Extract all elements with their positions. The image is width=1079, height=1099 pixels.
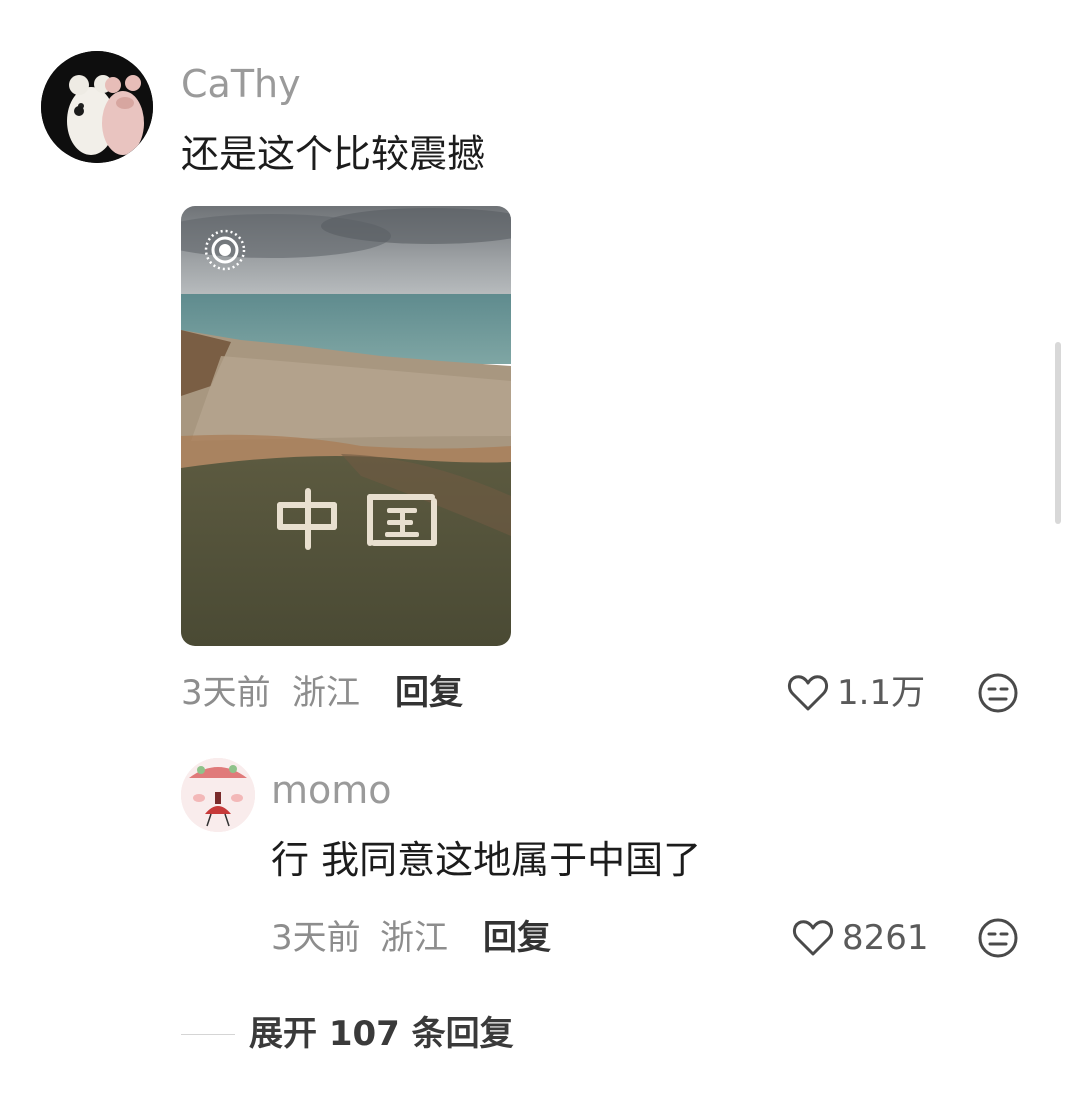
- comment-reply-button[interactable]: 回复: [395, 673, 463, 713]
- meh-face-icon[interactable]: [977, 917, 1019, 959]
- commenter-username[interactable]: CaThy: [181, 62, 301, 106]
- expand-replies-label: 展开 107 条回复: [249, 1014, 514, 1054]
- divider-line: [181, 1033, 235, 1035]
- reply-text: 行 我同意这地属于中国了: [271, 838, 702, 882]
- commenter-avatar[interactable]: [41, 51, 153, 163]
- comment-like-count: 1.1万: [837, 673, 926, 713]
- live-photo-icon: [203, 228, 247, 272]
- expand-replies-button[interactable]: 展开 107 条回复: [181, 1014, 514, 1054]
- comment-location: 浙江: [292, 673, 360, 713]
- comment-time: 3天前: [181, 673, 271, 713]
- meh-face-icon[interactable]: [977, 672, 1019, 714]
- reply-time: 3天前: [271, 918, 361, 958]
- reply-reply-button[interactable]: 回复: [483, 918, 551, 958]
- comment-like-button[interactable]: 1.1万: [787, 673, 925, 713]
- replier-avatar[interactable]: [181, 758, 255, 832]
- heart-outline-icon: [787, 673, 829, 713]
- reply-like-count: 8261: [842, 918, 929, 958]
- heart-outline-icon: [792, 918, 834, 958]
- reply-location: 浙江: [380, 918, 448, 958]
- comment-photo[interactable]: [181, 206, 511, 646]
- replier-username[interactable]: momo: [271, 768, 392, 812]
- reply-like-button[interactable]: 8261: [792, 918, 929, 958]
- comment-text: 还是这个比较震撼: [181, 132, 486, 176]
- scrollbar[interactable]: [1055, 342, 1061, 524]
